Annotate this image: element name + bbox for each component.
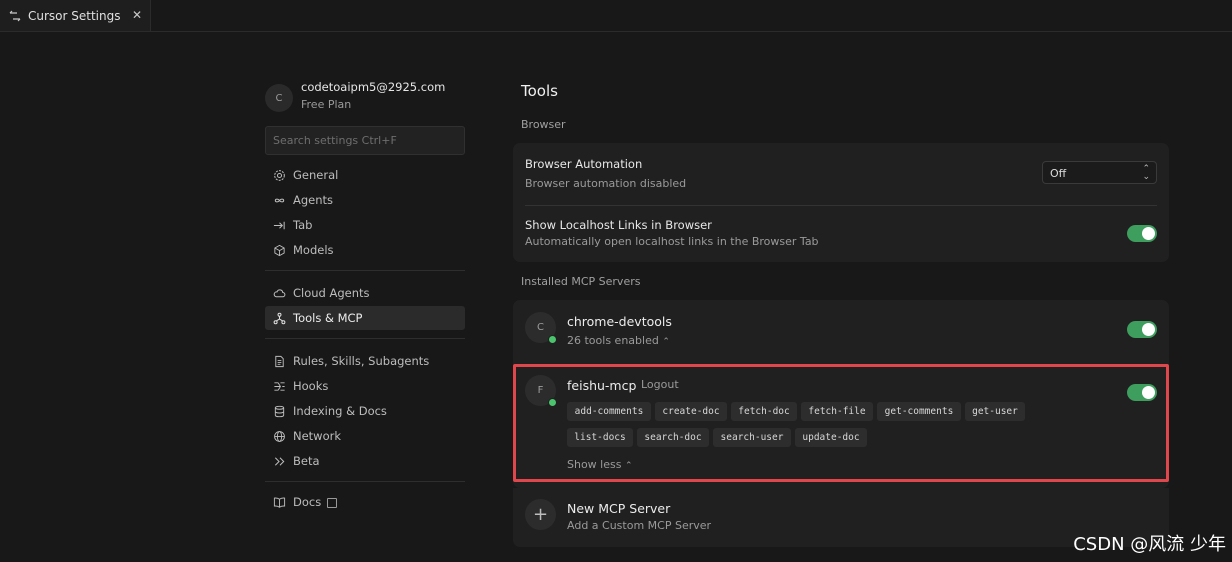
sidebar-item-label: Tools & MCP bbox=[293, 311, 363, 325]
book-icon bbox=[272, 495, 286, 509]
sidebar-item-hooks[interactable]: Hooks bbox=[265, 374, 465, 398]
sidebar-item-tab[interactable]: Tab bbox=[265, 213, 465, 237]
tab-title: Cursor Settings bbox=[28, 8, 121, 23]
avatar: C bbox=[265, 84, 293, 112]
card-divider bbox=[525, 205, 1157, 206]
sidebar-item-label: Cloud Agents bbox=[293, 286, 370, 300]
new-server-subtitle: Add a Custom MCP Server bbox=[567, 519, 712, 532]
tools-network-icon bbox=[272, 311, 286, 325]
sidebar-item-label: Hooks bbox=[293, 379, 329, 393]
localhost-links-title: Show Localhost Links in Browser bbox=[525, 218, 712, 232]
tool-chip[interactable]: search-doc bbox=[637, 428, 709, 447]
sidebar-divider bbox=[265, 338, 465, 339]
sidebar-item-label: Models bbox=[293, 243, 334, 257]
double-chevron-icon bbox=[272, 454, 286, 468]
tool-chip[interactable]: add-comments bbox=[567, 402, 651, 421]
sidebar-item-rules[interactable]: Rules, Skills, Subagents bbox=[265, 349, 465, 373]
browser-automation-select[interactable]: Off ⌃ ⌄ bbox=[1042, 161, 1157, 184]
watermark: CSDN @风流 少年 bbox=[1073, 534, 1226, 555]
settings-sliders-icon bbox=[9, 10, 21, 22]
status-dot bbox=[548, 398, 557, 407]
localhost-links-subtitle: Automatically open localhost links in th… bbox=[525, 235, 819, 248]
section-label-mcp: Installed MCP Servers bbox=[521, 275, 641, 288]
localhost-links-toggle[interactable] bbox=[1127, 225, 1157, 242]
sidebar-item-tools-mcp[interactable]: Tools & MCP bbox=[265, 306, 465, 330]
cube-icon bbox=[272, 243, 286, 257]
globe-icon bbox=[272, 429, 286, 443]
sidebar-item-network[interactable]: Network bbox=[265, 424, 465, 448]
tool-chip[interactable]: fetch-file bbox=[801, 402, 873, 421]
chevron-updown-icon: ⌃ ⌄ bbox=[1142, 164, 1150, 182]
account-info: C codetoaipm5@2925.com Free Plan bbox=[265, 80, 465, 116]
browser-automation-subtitle: Browser automation disabled bbox=[525, 177, 687, 190]
search-box bbox=[265, 126, 465, 155]
server-name: chrome-devtools bbox=[567, 314, 672, 329]
tool-chip[interactable]: fetch-doc bbox=[731, 402, 797, 421]
tool-chip[interactable]: update-doc bbox=[795, 428, 867, 447]
server-tools-count-label: 26 tools enabled bbox=[567, 334, 659, 347]
page-title: Tools bbox=[521, 82, 558, 100]
infinity-icon bbox=[272, 193, 286, 207]
chevron-updown-icon: ⌃ bbox=[624, 461, 633, 471]
tool-chip[interactable]: create-doc bbox=[655, 402, 727, 421]
database-icon bbox=[272, 404, 286, 418]
search-input[interactable] bbox=[266, 127, 464, 154]
sidebar-item-label: Beta bbox=[293, 454, 320, 468]
sidebar-item-indexing[interactable]: Indexing & Docs bbox=[265, 399, 465, 423]
sidebar-item-label: Agents bbox=[293, 193, 334, 207]
sidebar-divider bbox=[265, 270, 465, 271]
tab-bar: Cursor Settings ✕ bbox=[0, 0, 1232, 32]
show-less-link[interactable]: Show less ⌃ bbox=[567, 458, 633, 471]
select-value: Off bbox=[1050, 167, 1067, 180]
gear-icon bbox=[272, 168, 286, 182]
document-icon bbox=[272, 354, 286, 368]
server-toggle-chrome-devtools[interactable] bbox=[1127, 321, 1157, 338]
sidebar-item-label: Docs bbox=[293, 495, 322, 509]
browser-automation-title: Browser Automation bbox=[525, 157, 643, 171]
sidebar-divider bbox=[265, 481, 465, 482]
external-link-icon bbox=[327, 498, 338, 508]
tool-chip[interactable]: search-user bbox=[713, 428, 791, 447]
tool-chip[interactable]: list-docs bbox=[567, 428, 633, 447]
tool-chip[interactable]: get-comments bbox=[877, 402, 961, 421]
plus-icon[interactable]: + bbox=[525, 499, 556, 530]
sidebar-item-docs[interactable]: Docs bbox=[265, 490, 465, 514]
tab-arrow-icon bbox=[272, 218, 286, 232]
new-server-title: New MCP Server bbox=[567, 501, 671, 516]
tab-cursor-settings[interactable]: Cursor Settings ✕ bbox=[0, 0, 151, 31]
account-plan: Free Plan bbox=[301, 98, 352, 111]
server-tools-count[interactable]: 26 tools enabled ⌃ bbox=[567, 334, 670, 347]
show-less-label: Show less bbox=[567, 458, 622, 471]
server-toggle-feishu-mcp[interactable] bbox=[1127, 384, 1157, 401]
close-icon[interactable]: ✕ bbox=[132, 8, 142, 22]
sidebar-item-cloud-agents[interactable]: Cloud Agents bbox=[265, 281, 465, 305]
sidebar-item-label: Indexing & Docs bbox=[293, 404, 387, 418]
server-name: feishu-mcp bbox=[567, 378, 637, 393]
hooks-icon bbox=[272, 379, 286, 393]
new-mcp-server-card[interactable] bbox=[513, 488, 1169, 547]
logout-link[interactable]: Logout bbox=[641, 378, 679, 391]
account-email: codetoaipm5@2925.com bbox=[301, 80, 446, 94]
sidebar-item-general[interactable]: General bbox=[265, 163, 465, 187]
sidebar-item-label: General bbox=[293, 168, 339, 182]
status-dot bbox=[548, 335, 557, 344]
sidebar-item-label: Tab bbox=[293, 218, 313, 232]
tool-chip[interactable]: get-user bbox=[965, 402, 1025, 421]
cloud-icon bbox=[272, 286, 286, 300]
sidebar-item-agents[interactable]: Agents bbox=[265, 188, 465, 212]
sidebar-item-label: Network bbox=[293, 429, 342, 443]
chevron-updown-icon: ⌃ bbox=[662, 337, 670, 347]
sidebar-item-beta[interactable]: Beta bbox=[265, 449, 465, 473]
sidebar-item-label: Rules, Skills, Subagents bbox=[293, 354, 430, 368]
section-label-browser: Browser bbox=[521, 118, 566, 131]
sidebar-item-models[interactable]: Models bbox=[265, 238, 465, 262]
